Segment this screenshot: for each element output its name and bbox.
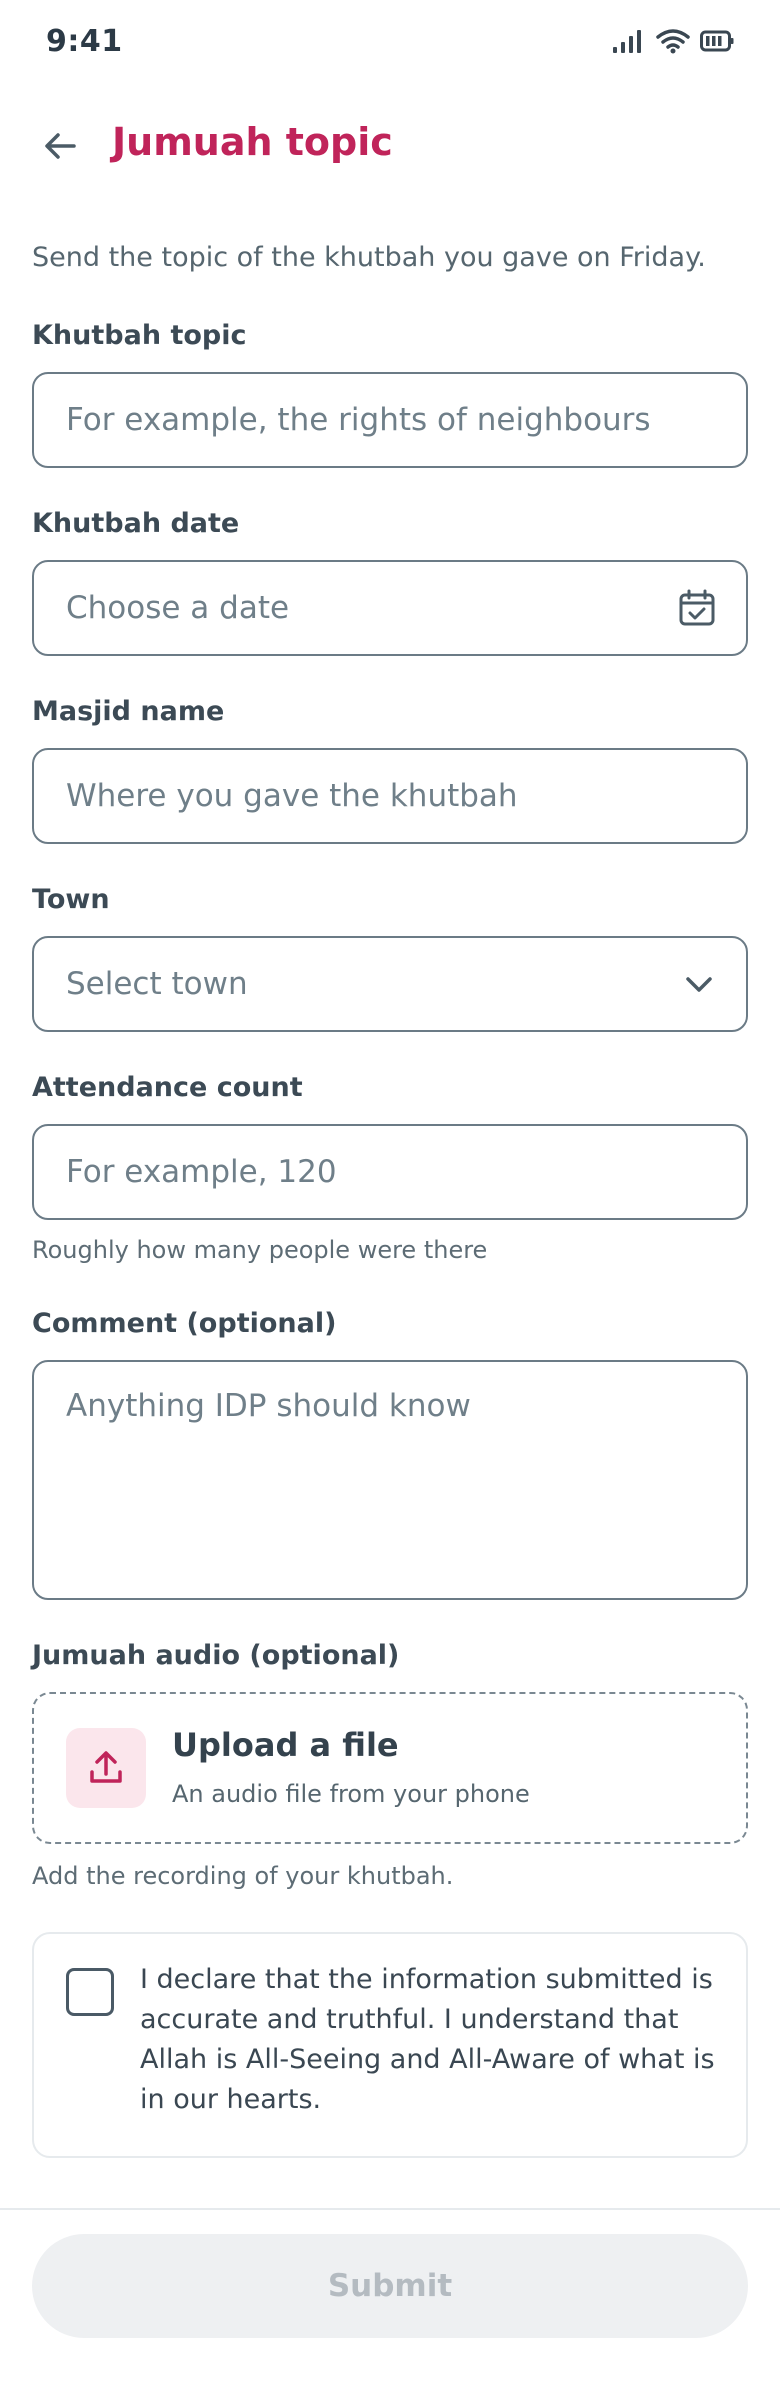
chevron-down-icon [682,967,716,1001]
town-placeholder: Select town [66,966,248,1002]
masjid-label: Masjid name [32,696,225,727]
masjid-placeholder: Where you gave the khutbah [66,778,518,814]
date-placeholder: Choose a date [66,590,290,626]
town-select[interactable]: Select town [32,936,748,1032]
masjid-input[interactable]: Where you gave the khutbah [32,748,748,844]
declaration-card: I declare that the information submitted… [32,1932,748,2158]
status-icons [612,28,734,54]
battery-icon [700,30,734,52]
intro-text: Send the topic of the khutbah you gave o… [32,242,706,273]
submit-label: Submit [327,2268,453,2304]
comment-placeholder: Anything IDP should know [66,1388,471,1424]
upload-subtitle: An audio file from your phone [172,1780,530,1808]
attendance-label: Attendance count [32,1072,303,1103]
audio-helper: Add the recording of your khutbah. [32,1862,454,1890]
page-title: Jumuah topic [112,120,393,164]
comment-textarea[interactable]: Anything IDP should know [32,1360,748,1600]
town-label: Town [32,884,110,915]
comment-label: Comment (optional) [32,1308,337,1339]
declaration-text: I declare that the information submitted… [140,1964,715,2115]
topic-placeholder: For example, the rights of neighbours [66,402,651,438]
arrow-left-icon [45,133,76,159]
divider [0,2208,780,2210]
attendance-input[interactable]: For example, 120 [32,1124,748,1220]
signal-icon [613,30,641,53]
audio-label: Jumuah audio (optional) [32,1640,400,1671]
topic-input[interactable]: For example, the rights of neighbours [32,372,748,468]
wifi-icon [656,29,690,54]
upload-icon [66,1728,146,1808]
app-bar: Jumuah topic [0,100,780,190]
date-label: Khutbah date [32,508,240,539]
status-bar: 9:41 [0,0,780,90]
status-time: 9:41 [46,24,123,59]
attendance-helper: Roughly how many people were there [32,1236,488,1264]
date-picker-field[interactable]: Choose a date [32,560,748,656]
attendance-placeholder: For example, 120 [66,1154,337,1190]
calendar-icon[interactable] [678,589,716,627]
declaration-checkbox[interactable] [66,1968,114,2016]
back-button[interactable] [28,114,92,178]
upload-file-button[interactable]: Upload a file An audio file from your ph… [32,1692,748,1844]
topic-label: Khutbah topic [32,320,247,351]
submit-button[interactable]: Submit [32,2234,748,2338]
upload-title: Upload a file [172,1726,399,1764]
